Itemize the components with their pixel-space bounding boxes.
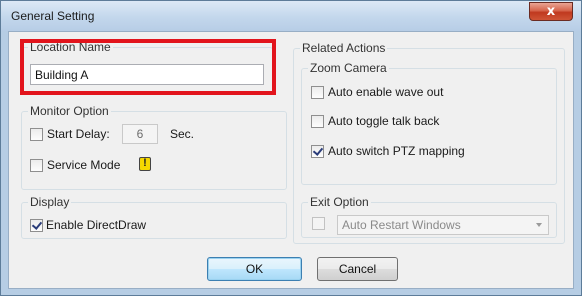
highlight-annotation-box: [20, 39, 276, 95]
exit-option-checkbox[interactable]: [312, 217, 325, 230]
start-delay-label: Start Delay:: [47, 127, 110, 141]
monitor-option-group: Monitor Option Start Delay: 6 Sec. Servi…: [21, 104, 287, 190]
chevron-down-icon: [536, 223, 542, 227]
zoom-camera-label: Zoom Camera: [308, 61, 389, 75]
exclamation-warning-icon: !: [139, 157, 151, 171]
window-title: General Setting: [11, 9, 95, 23]
warning-glyph: !: [143, 157, 147, 169]
enable-directdraw-checkbox[interactable]: [30, 219, 43, 232]
monitor-option-label: Monitor Option: [28, 104, 111, 118]
related-actions-label: Related Actions: [300, 41, 388, 55]
service-mode-checkbox[interactable]: [30, 159, 43, 172]
close-button[interactable]: x: [529, 2, 573, 21]
display-group: Display Enable DirectDraw: [21, 195, 287, 239]
enable-directdraw-label: Enable DirectDraw: [46, 218, 147, 232]
start-delay-seconds-input[interactable]: 6: [122, 124, 158, 144]
start-delay-checkbox[interactable]: [30, 128, 43, 141]
auto-talk-back-label: Auto toggle talk back: [328, 114, 440, 128]
ok-button[interactable]: OK: [207, 257, 302, 281]
auto-wave-out-checkbox[interactable]: [311, 86, 324, 99]
close-icon: x: [546, 4, 556, 19]
auto-ptz-mapping-checkbox[interactable]: [311, 145, 324, 158]
auto-wave-out-label: Auto enable wave out: [328, 85, 444, 99]
auto-ptz-mapping-label: Auto switch PTZ mapping: [328, 144, 465, 158]
exit-option-group: Exit Option Auto Restart Windows: [301, 195, 557, 238]
related-actions-group: Related Actions Zoom Camera Auto enable …: [293, 41, 565, 244]
cancel-button[interactable]: Cancel: [317, 257, 398, 281]
service-mode-label: Service Mode: [47, 158, 121, 172]
general-setting-window: General Setting x Location Name Monitor …: [0, 0, 582, 296]
auto-talk-back-checkbox[interactable]: [311, 115, 324, 128]
exit-option-label: Exit Option: [308, 195, 371, 209]
seconds-unit-label: Sec.: [170, 127, 195, 141]
display-label: Display: [28, 195, 72, 209]
title-bar[interactable]: General Setting x: [1, 1, 581, 31]
exit-option-selected-value: Auto Restart Windows: [342, 218, 461, 232]
zoom-camera-group: Zoom Camera Auto enable wave out Auto to…: [301, 61, 557, 185]
exit-option-select[interactable]: Auto Restart Windows: [337, 215, 549, 235]
